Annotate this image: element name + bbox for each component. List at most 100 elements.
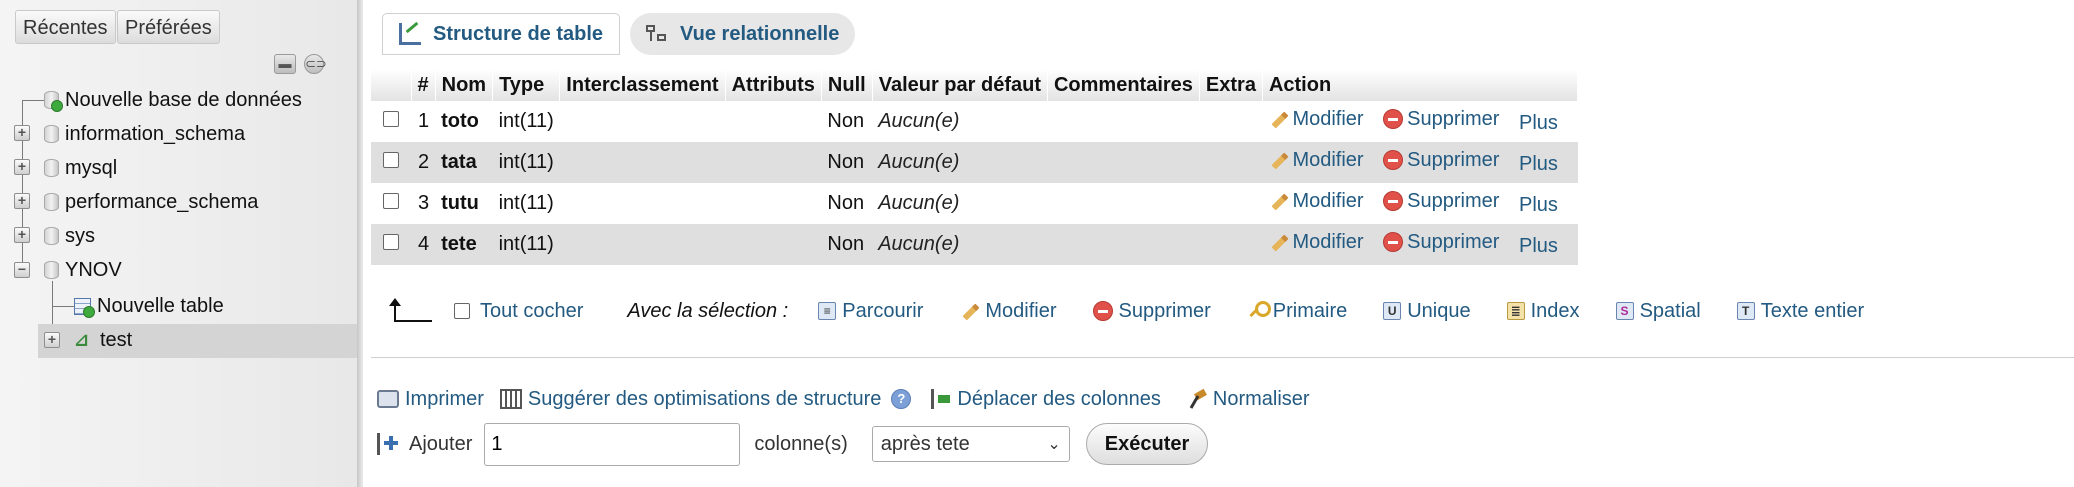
add-columns-form: Ajouter colonne(s) après tete ⌄ Exécuter bbox=[377, 422, 1209, 466]
fulltext-icon: T bbox=[1736, 302, 1755, 320]
column-default: Aucun(e) bbox=[872, 183, 1048, 224]
structure-icon bbox=[399, 21, 421, 45]
row-checkbox[interactable] bbox=[383, 193, 399, 209]
delete-icon bbox=[1383, 109, 1404, 130]
database-icon bbox=[44, 125, 59, 143]
chevron-down-icon: ⌄ bbox=[1047, 436, 1061, 453]
row-num: 1 bbox=[411, 101, 436, 142]
modify-link[interactable]: Modifier bbox=[1268, 108, 1363, 131]
pencil-icon bbox=[1268, 191, 1288, 211]
check-all-link[interactable]: Tout cocher bbox=[480, 300, 583, 323]
header-name: Nom bbox=[435, 69, 494, 101]
expand-icon[interactable]: + bbox=[14, 125, 30, 141]
resize-handle[interactable] bbox=[357, 0, 363, 487]
delete-link[interactable]: Supprimer bbox=[1383, 231, 1499, 254]
database-icon bbox=[44, 227, 59, 245]
expand-icon[interactable]: + bbox=[44, 332, 60, 348]
tree-item-sys[interactable]: sys bbox=[44, 222, 95, 250]
column-type: int(11) bbox=[492, 183, 560, 224]
suggest-optimizations-link[interactable]: Suggérer des optimisations de structure bbox=[499, 388, 881, 411]
tab-recent[interactable]: Récentes bbox=[15, 10, 116, 44]
move-columns-link[interactable]: Déplacer des colonnes bbox=[931, 388, 1161, 411]
header-checkbox-col bbox=[371, 69, 412, 101]
tree-item-information-schema[interactable]: information_schema bbox=[44, 120, 245, 148]
expand-icon[interactable]: + bbox=[14, 227, 30, 243]
index-icon: ≣ bbox=[1506, 302, 1525, 320]
new-database-icon bbox=[44, 91, 63, 112]
add-label: Ajouter bbox=[409, 432, 473, 455]
delete-icon bbox=[1383, 150, 1404, 171]
more-dropdown[interactable]: Plus bbox=[1519, 112, 1558, 135]
tab-table-structure[interactable]: Structure de table bbox=[382, 13, 621, 55]
tree-item-new-database[interactable]: Nouvelle base de données bbox=[44, 86, 302, 114]
add-column-icon bbox=[377, 433, 399, 455]
more-dropdown[interactable]: Plus bbox=[1519, 235, 1558, 258]
execute-button[interactable]: Exécuter bbox=[1085, 423, 1209, 465]
check-all-checkbox[interactable] bbox=[454, 303, 470, 319]
column-type: int(11) bbox=[492, 142, 560, 183]
table-subtabs: Structure de table Vue relationnelle bbox=[382, 13, 856, 55]
column-default: Aucun(e) bbox=[872, 224, 1048, 265]
column-count-input[interactable] bbox=[484, 422, 741, 466]
divider bbox=[371, 357, 2074, 358]
collapse-all-icon[interactable]: ▬ bbox=[274, 54, 296, 74]
header-action: Action bbox=[1262, 69, 1579, 101]
database-icon bbox=[44, 159, 59, 177]
new-table-icon bbox=[74, 297, 95, 318]
bulk-delete-button[interactable]: Supprimer bbox=[1092, 300, 1211, 323]
help-icon[interactable]: ? bbox=[891, 389, 912, 409]
pencil-icon bbox=[959, 301, 979, 321]
column-type: int(11) bbox=[492, 224, 560, 265]
pencil-icon bbox=[1268, 150, 1288, 170]
key-icon bbox=[1247, 301, 1271, 321]
column-position-select[interactable]: après tete ⌄ bbox=[871, 426, 1070, 462]
structure-tools: Imprimer Suggérer des optimisations de s… bbox=[377, 385, 1326, 413]
header-attributes: Attributs bbox=[725, 69, 822, 101]
modify-link[interactable]: Modifier bbox=[1268, 231, 1363, 254]
link-icon[interactable]: ⊂⊃ bbox=[304, 54, 327, 74]
tree-item-ynov[interactable]: YNOV bbox=[44, 256, 122, 284]
expand-icon[interactable]: + bbox=[14, 193, 30, 209]
delete-link[interactable]: Supprimer bbox=[1383, 149, 1499, 172]
browse-button[interactable]: ≡ Parcourir bbox=[818, 300, 923, 323]
tab-relational-view[interactable]: Vue relationnelle bbox=[630, 13, 856, 55]
column-default: Aucun(e) bbox=[872, 101, 1048, 142]
tree-item-test[interactable]: ⊿ test bbox=[74, 326, 132, 354]
hammer-icon bbox=[1187, 388, 1207, 409]
tab-favorites[interactable]: Préférées bbox=[117, 10, 220, 44]
bulk-modify-button[interactable]: Modifier bbox=[959, 300, 1056, 323]
collapse-icon[interactable]: − bbox=[14, 262, 30, 278]
row-checkbox[interactable] bbox=[383, 152, 399, 168]
unique-button[interactable]: U Unique bbox=[1383, 300, 1471, 323]
delete-link[interactable]: Supprimer bbox=[1383, 190, 1499, 213]
expand-icon[interactable]: + bbox=[14, 159, 30, 175]
column-null: Non bbox=[821, 101, 873, 142]
row-num: 3 bbox=[411, 183, 436, 224]
row-checkbox[interactable] bbox=[383, 234, 399, 250]
tree-item-mysql[interactable]: mysql bbox=[44, 154, 117, 182]
table-row: 4 tete int(11) Non Aucun(e) Modifier Sup… bbox=[371, 224, 1578, 265]
row-checkbox[interactable] bbox=[383, 111, 399, 127]
modify-link[interactable]: Modifier bbox=[1268, 149, 1363, 172]
tree-item-performance-schema[interactable]: performance_schema bbox=[44, 188, 258, 216]
primary-button[interactable]: Primaire bbox=[1247, 300, 1347, 323]
more-dropdown[interactable]: Plus bbox=[1519, 194, 1558, 217]
delete-icon bbox=[1383, 232, 1404, 253]
delete-icon bbox=[1383, 191, 1404, 212]
delete-link[interactable]: Supprimer bbox=[1383, 108, 1499, 131]
table-structure-icon: ⊿ bbox=[74, 330, 90, 350]
normalize-link[interactable]: Normaliser bbox=[1187, 388, 1310, 411]
tree-item-new-table[interactable]: Nouvelle table bbox=[74, 292, 224, 320]
table-row: 3 tutu int(11) Non Aucun(e) Modifier Sup… bbox=[371, 183, 1578, 224]
print-link[interactable]: Imprimer bbox=[377, 388, 484, 411]
header-comments: Commentaires bbox=[1047, 69, 1200, 101]
printer-icon bbox=[377, 390, 399, 408]
spatial-button[interactable]: S Spatial bbox=[1615, 300, 1701, 323]
column-null: Non bbox=[821, 224, 873, 265]
column-name: tata bbox=[435, 142, 493, 183]
index-button[interactable]: ≣ Index bbox=[1506, 300, 1580, 323]
more-dropdown[interactable]: Plus bbox=[1519, 153, 1558, 176]
fulltext-button[interactable]: T Texte entier bbox=[1736, 300, 1864, 323]
header-extra: Extra bbox=[1199, 69, 1263, 101]
modify-link[interactable]: Modifier bbox=[1268, 190, 1363, 213]
